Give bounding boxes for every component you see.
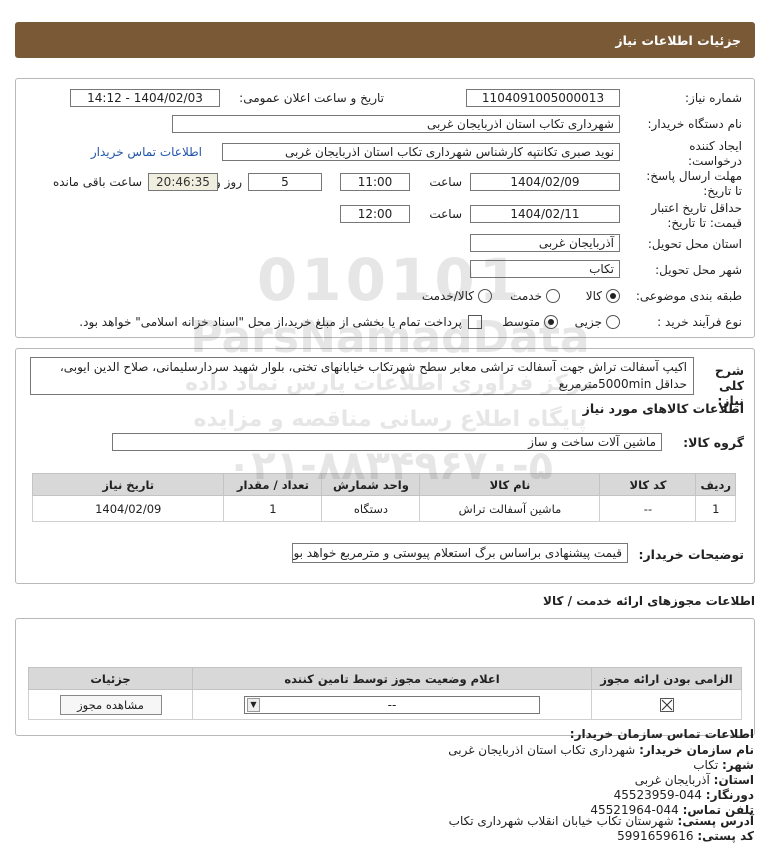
- validity-time-field[interactable]: 12:00: [340, 205, 410, 223]
- cell-name: ماشین آسفالت تراش: [419, 495, 601, 522]
- view-permit-button[interactable]: مشاهده مجوز: [59, 694, 162, 715]
- contact-address-value: شهرستان تکاب خیابان انقلاب شهرداری تکاب: [448, 814, 674, 828]
- contact-address-label: آدرس پستی:: [677, 814, 754, 828]
- announce-label: تاریخ و ساعت اعلان عمومی:: [239, 91, 384, 105]
- col-code: کد کالا: [599, 473, 697, 496]
- treasury-checkbox[interactable]: [468, 315, 482, 329]
- validity-label: حداقل تاریخ اعتبار قیمت: تا تاریخ:: [651, 201, 742, 230]
- reply-time-field[interactable]: 11:00: [340, 173, 410, 191]
- cell-permit-status: -- ▼: [192, 689, 592, 720]
- col-unit: واحد شمارش: [321, 473, 421, 496]
- buyer-field[interactable]: شهرداری تکاب استان اذربایجان غربی: [172, 115, 620, 133]
- category-radio-goods[interactable]: [606, 289, 620, 303]
- category-option-service: خدمت: [510, 289, 542, 303]
- remaining-label: ساعت باقی مانده: [52, 175, 142, 189]
- goods-group-field[interactable]: ماشین آلات ساخت و ساز: [112, 433, 662, 451]
- col-need-date: تاریخ نیاز: [31, 473, 225, 496]
- contact-fax-value: 044-45523959: [613, 788, 702, 802]
- contact-postal-value: 5991659616: [617, 829, 698, 843]
- cell-row: 1: [695, 495, 736, 522]
- permit-status-select[interactable]: -- ▼: [244, 695, 540, 714]
- contact-fax-label: دورنگار:: [705, 788, 754, 802]
- contact-org-label: نام سازمان خریدار:: [639, 743, 754, 757]
- goods-panel: شرح کلی نیاز: اکیپ آسفالت تراش جهت آسفال…: [15, 348, 755, 584]
- cell-permit-details: مشاهده مجوز: [28, 689, 193, 720]
- city-field[interactable]: تکاب: [470, 260, 620, 278]
- col-qty: تعداد / مقدار: [223, 473, 323, 496]
- contact-postal-label: کد پستی:: [697, 829, 754, 843]
- contact-title: اطلاعات تماس سازمان خریدار:: [569, 727, 754, 741]
- chevron-down-icon[interactable]: ▼: [247, 697, 260, 712]
- contact-city-label: شهر:: [722, 758, 754, 772]
- buyer-contact-link[interactable]: اطلاعات تماس خریدار: [91, 145, 202, 159]
- cell-unit: دستگاه: [321, 495, 421, 522]
- need-info-panel: شماره نیاز: 1104091005000013 تاریخ و ساع…: [15, 78, 755, 338]
- process-option-medium: متوسط: [502, 315, 540, 329]
- province-field[interactable]: آذربایجان غربی: [470, 234, 620, 252]
- checkbox-x-icon[interactable]: [659, 697, 674, 712]
- permits-panel: الزامی بودن ارائه مجوز اعلام وضعیت مجوز …: [15, 618, 755, 736]
- category-option-goods-service: کالا/خدمت: [421, 289, 474, 303]
- description-field[interactable]: اکیپ آسفالت تراش جهت آسفالت تراشی معابر …: [30, 357, 694, 395]
- remaining-time-field: 20:46:35: [148, 173, 218, 191]
- page-title: جزئیات اطلاعات نیاز: [15, 22, 755, 58]
- validity-date-field[interactable]: 1404/02/11: [470, 205, 620, 223]
- col-name: نام کالا: [419, 473, 601, 496]
- buyer-notes-field[interactable]: قیمت پیشنهادی براساس برگ استعلام پیوستی …: [292, 543, 628, 563]
- category-radio-goods-service[interactable]: [478, 289, 492, 303]
- contact-province-label: استان:: [713, 773, 754, 787]
- city-label: شهر محل تحویل:: [655, 263, 742, 277]
- cell-code: --: [599, 495, 697, 522]
- page-frame: جزئیات اطلاعات نیاز شماره نیاز: 11040910…: [15, 22, 755, 736]
- col-row: ردیف: [695, 473, 736, 496]
- goods-section-title: اطلاعات کالاهای مورد نیاز: [582, 401, 744, 416]
- process-option-minor: جزیی: [574, 315, 602, 329]
- category-radio-service[interactable]: [546, 289, 560, 303]
- need-number-label: شماره نیاز:: [685, 91, 742, 105]
- buyer-notes-label: توضیحات خریدار:: [638, 547, 744, 562]
- category-option-goods: کالا: [585, 289, 602, 303]
- need-number-field[interactable]: 1104091005000013: [466, 89, 620, 107]
- permits-section-title: اطلاعات مجوزهای ارائه خدمت / کالا: [543, 594, 755, 608]
- reply-date-field[interactable]: 1404/02/09: [470, 173, 620, 191]
- contact-org-value: شهرداری تکاب استان اذربایجان غربی: [448, 743, 636, 757]
- contact-postal-line: کد پستی: 5991659616: [617, 829, 754, 843]
- process-radio-medium[interactable]: [544, 315, 558, 329]
- table-row: 1 -- ماشین آسفالت تراش دستگاه 1 1404/02/…: [31, 495, 736, 522]
- cell-need-date: 1404/02/09: [31, 495, 225, 522]
- process-radio-minor[interactable]: [606, 315, 620, 329]
- goods-group-label: گروه کالا:: [683, 435, 744, 450]
- cell-qty: 1: [223, 495, 323, 522]
- reply-deadline-label: مهلت ارسال پاسخ: تا تاریخ:: [646, 169, 742, 198]
- cell-permit-required: [591, 689, 742, 720]
- goods-table: ردیف کد کالا نام کالا واحد شمارش تعداد /…: [31, 473, 736, 522]
- permit-status-value: --: [387, 697, 397, 712]
- category-label: طبقه بندی موضوعی:: [635, 289, 742, 303]
- days-field[interactable]: 5: [248, 173, 322, 191]
- validity-time-label: ساعت: [429, 207, 462, 221]
- permits-table: الزامی بودن ارائه مجوز اعلام وضعیت مجوز …: [28, 667, 742, 720]
- contact-city-value: تکاب: [693, 758, 719, 772]
- creator-label: ایجاد کننده درخواست:: [688, 139, 742, 168]
- creator-field[interactable]: نوید صبری تکانتپه کارشناس شهرداری تکاب ا…: [222, 143, 620, 161]
- table-row: -- ▼ مشاهده مجوز: [28, 689, 742, 720]
- col-permit-details: جزئیات: [28, 667, 193, 690]
- announce-field[interactable]: 1404/02/03 - 14:12: [70, 89, 220, 107]
- payment-note: پرداخت تمام یا بخشی از مبلغ خرید،از محل …: [79, 315, 462, 329]
- col-permit-status: اعلام وضعیت مجوز توسط تامین کننده: [192, 667, 592, 690]
- days-label: روز و: [215, 175, 242, 189]
- process-label: نوع فرآیند خرید :: [657, 315, 742, 329]
- buyer-label: نام دستگاه خریدار:: [647, 117, 743, 131]
- province-label: استان محل تحویل:: [647, 237, 742, 251]
- contact-province-value: آذربایجان غربی: [634, 773, 710, 787]
- reply-time-label: ساعت: [429, 175, 462, 189]
- col-permit-required: الزامی بودن ارائه مجوز: [591, 667, 742, 690]
